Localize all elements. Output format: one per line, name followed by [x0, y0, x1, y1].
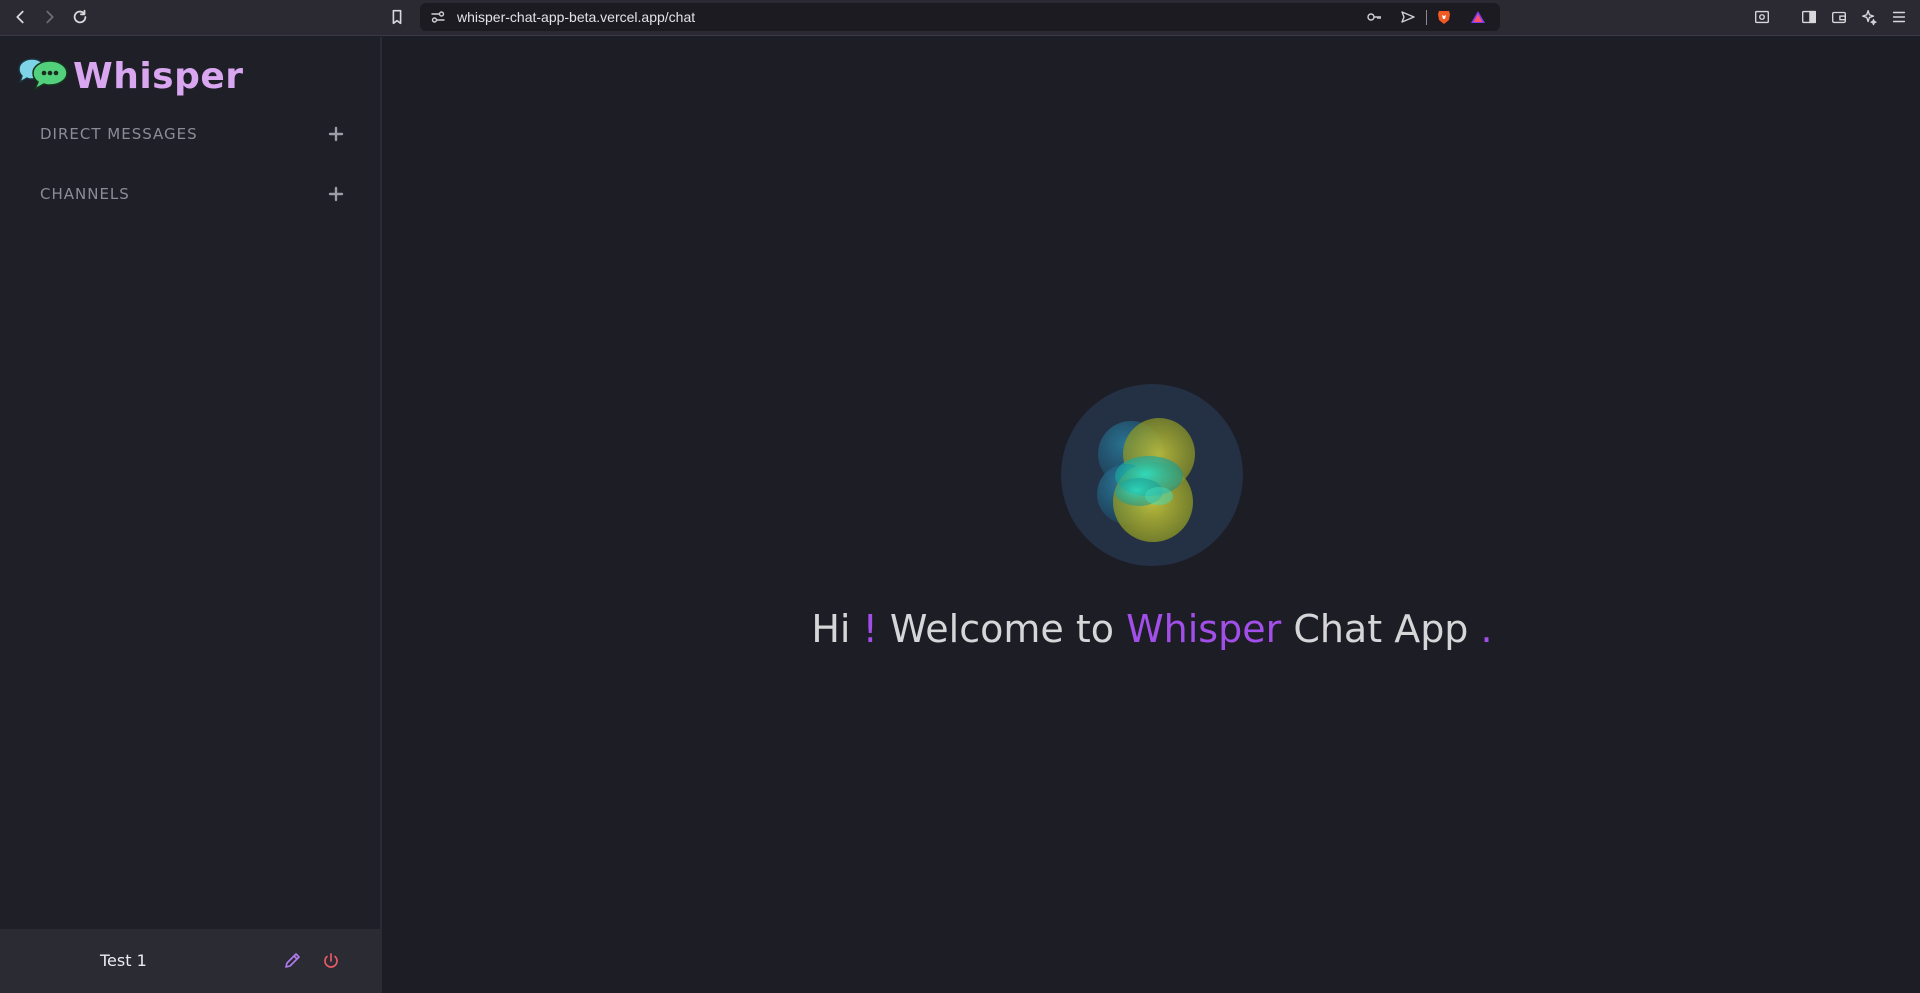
divider	[1426, 10, 1427, 25]
welcome-exclamation: !	[862, 607, 878, 651]
pencil-icon	[285, 953, 300, 968]
main-content: Hi ! Welcome to Whisper Chat App .	[384, 37, 1920, 993]
add-direct-message-button[interactable]	[326, 124, 346, 144]
back-icon[interactable]	[6, 4, 34, 30]
welcome-hi: Hi	[811, 607, 851, 651]
logout-button[interactable]	[319, 949, 343, 973]
chat-bubbles-icon	[18, 58, 68, 91]
edit-profile-button[interactable]	[280, 949, 304, 973]
brave-shield-icon[interactable]	[1435, 8, 1453, 26]
sidebar: Whisper DIRECT MESSAGES CHANNELS Test 1	[0, 37, 382, 993]
section-title-channels: CHANNELS	[40, 185, 130, 203]
welcome-to: Welcome to	[889, 607, 1114, 651]
brave-rewards-icon[interactable]	[1469, 8, 1487, 26]
key-icon[interactable]	[1365, 8, 1383, 26]
address-bar[interactable]: whisper-chat-app-beta.vercel.app/chat	[420, 3, 1500, 31]
welcome-animation	[1061, 384, 1243, 566]
bookmark-icon[interactable]	[383, 4, 411, 30]
browser-toolbar: whisper-chat-app-beta.vercel.app/chat	[0, 0, 1920, 36]
section-title-direct-messages: DIRECT MESSAGES	[40, 125, 198, 143]
app-name: Whisper	[73, 55, 244, 97]
sidebar-toggle-icon[interactable]	[1795, 4, 1823, 30]
plus-icon	[328, 126, 344, 142]
welcome-period: .	[1480, 607, 1493, 651]
screenshot-icon[interactable]	[1748, 4, 1776, 30]
url-text[interactable]: whisper-chat-app-beta.vercel.app/chat	[457, 9, 695, 25]
menu-icon[interactable]	[1885, 4, 1913, 30]
welcome-message: Hi ! Welcome to Whisper Chat App .	[384, 607, 1920, 651]
reload-icon[interactable]	[66, 4, 94, 30]
user-profile-bar: Test 1	[0, 929, 382, 993]
welcome-brand: Whisper	[1126, 607, 1282, 651]
wallet-icon[interactable]	[1825, 4, 1853, 30]
plus-icon	[328, 186, 344, 202]
orb-graphic	[1097, 418, 1195, 542]
welcome-chat-app: Chat App	[1293, 607, 1469, 651]
direct-messages-section: DIRECT MESSAGES	[40, 122, 346, 146]
user-name: Test 1	[100, 951, 147, 970]
forward-icon[interactable]	[36, 4, 64, 30]
send-icon[interactable]	[1399, 8, 1417, 26]
channels-section: CHANNELS	[40, 182, 346, 206]
app-logo[interactable]: Whisper	[15, 52, 244, 100]
site-settings-icon[interactable]	[429, 8, 447, 26]
leo-ai-icon[interactable]	[1855, 4, 1883, 30]
add-channel-button[interactable]	[326, 184, 346, 204]
power-icon	[324, 953, 338, 968]
